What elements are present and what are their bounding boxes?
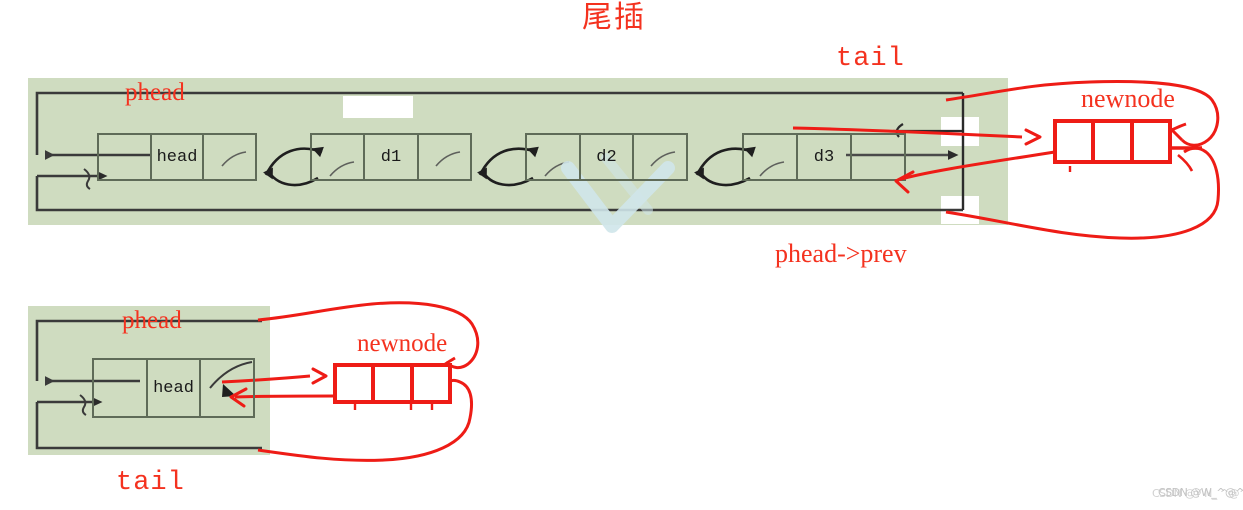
newnode-prev-cell	[1057, 123, 1091, 160]
newnode-data-cell	[371, 367, 409, 400]
newnode-next-cell	[409, 367, 448, 400]
label-newnode-bottom: newnode	[357, 330, 448, 357]
table-row: head	[97, 133, 257, 181]
node-next-cell	[416, 135, 470, 179]
label-phead-top: phead	[125, 79, 185, 106]
node-prev-cell	[312, 135, 363, 179]
eraser-patch-top-center	[343, 96, 413, 118]
node-prev-cell	[99, 135, 150, 179]
newnode-box-bottom	[333, 363, 452, 404]
node-prev-cell	[527, 135, 579, 179]
node-next-cell	[199, 360, 253, 416]
label-tail-bottom: tail	[116, 468, 185, 498]
newnode-data-cell	[1091, 123, 1129, 160]
diagram-title: 尾插	[582, 0, 646, 35]
label-tail-top: tail	[836, 44, 905, 74]
node-data-cell: d3	[796, 135, 850, 179]
node-prev-cell	[744, 135, 796, 179]
label-phead-prev: phead->prev	[775, 239, 907, 268]
newnode-box-top	[1053, 119, 1172, 164]
node-next-cell	[632, 135, 686, 179]
eraser-patch-top-right-upper	[941, 117, 979, 146]
node-prev-cell	[94, 360, 146, 416]
table-row: d3	[742, 133, 906, 181]
eraser-patch-top-right-lower	[941, 196, 979, 224]
diagram-canvas: 尾插 head d1 d2 d3 phead tail newnode phea…	[0, 0, 1243, 510]
node-data-cell: head	[149, 135, 203, 179]
node-next-cell	[850, 135, 904, 179]
node-data-cell: d1	[363, 135, 416, 179]
label-newnode-top: newnode	[1081, 84, 1175, 113]
watermark-text-2: CSDN @Y N_ ^@^	[1152, 487, 1243, 500]
table-row: d1	[310, 133, 472, 181]
table-row: head	[92, 358, 255, 418]
node-data-cell: d2	[578, 135, 633, 179]
newnode-prev-cell	[337, 367, 371, 400]
node-data-cell: head	[145, 360, 200, 416]
node-next-cell	[202, 135, 255, 179]
newnode-next-cell	[1129, 123, 1168, 160]
label-phead-bottom: phead	[122, 307, 182, 334]
table-row: d2	[525, 133, 688, 181]
